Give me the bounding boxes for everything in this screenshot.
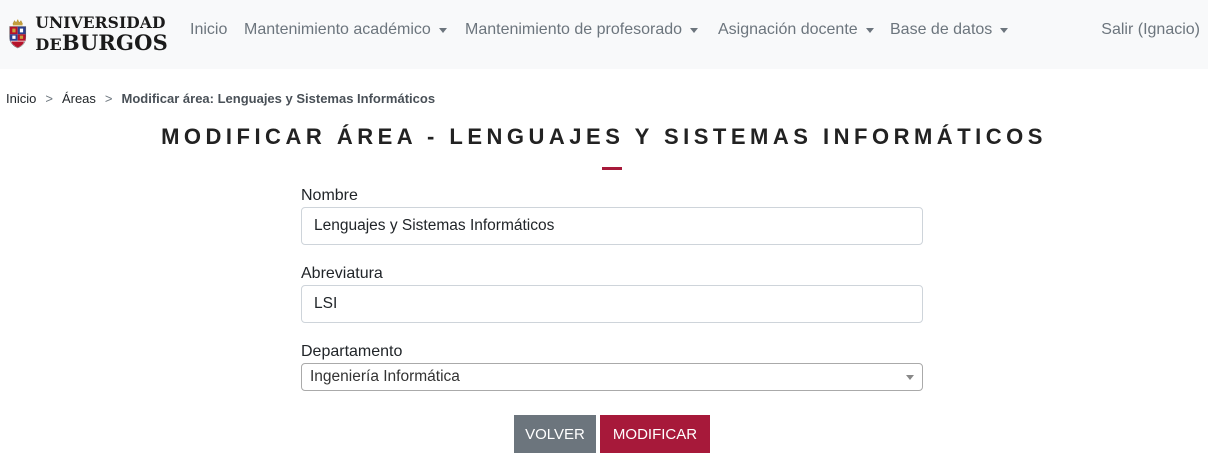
logout-link[interactable]: Salir (Ignacio)	[1101, 21, 1200, 39]
abreviatura-input[interactable]	[301, 285, 923, 323]
caret-down-icon	[865, 27, 874, 33]
nombre-label: Nombre	[301, 187, 358, 204]
nav-item-label: Asignación docente	[718, 21, 858, 38]
departamento-selected-value: Ingeniería Informática	[310, 368, 460, 385]
abreviatura-label: Abreviatura	[301, 265, 383, 282]
nav-item-label: Base de datos	[890, 21, 993, 38]
university-logo[interactable]: UNIVERSIDAD DEBURGOS	[8, 4, 168, 64]
nav-item-inicio[interactable]: Inicio	[190, 21, 227, 39]
departamento-select[interactable]: Ingeniería Informática	[301, 363, 923, 391]
university-name: UNIVERSIDAD DEBURGOS	[35, 15, 168, 53]
nav-item-mantenimiento-academico[interactable]: Mantenimiento académico	[244, 21, 447, 39]
title-accent-bar	[602, 167, 622, 170]
dropdown-arrow-icon	[906, 375, 914, 380]
breadcrumb-item-inicio[interactable]: Inicio	[6, 91, 36, 106]
volver-button[interactable]: VOLVER	[514, 415, 596, 453]
university-name-prefix: DE	[35, 34, 62, 54]
breadcrumb-separator: >	[45, 91, 53, 106]
university-name-main: BURGOS	[61, 29, 168, 55]
nav-item-base-de-datos[interactable]: Base de datos	[890, 21, 1009, 39]
nav-item-label: Mantenimiento académico	[244, 21, 431, 38]
nav-item-mantenimiento-profesorado[interactable]: Mantenimiento de profesorado	[465, 21, 699, 39]
nav-item-label: Inicio	[190, 21, 228, 38]
navbar: UNIVERSIDAD DEBURGOS Inicio Mantenimient…	[0, 0, 1208, 69]
modificar-button[interactable]: MODIFICAR	[600, 415, 710, 453]
breadcrumb-current: Modificar área: Lenguajes y Sistemas Inf…	[121, 91, 436, 106]
nav-item-asignacion-docente[interactable]: Asignación docente	[718, 21, 874, 39]
nav-item-label: Mantenimiento de profesorado	[465, 21, 683, 38]
university-name-line2: DEBURGOS	[35, 32, 168, 53]
university-name-line1: UNIVERSIDAD	[35, 13, 166, 33]
caret-down-icon	[438, 27, 447, 33]
breadcrumb-item-areas[interactable]: Áreas	[62, 91, 96, 106]
caret-down-icon	[1000, 27, 1009, 33]
page-title: MODIFICAR ÁREA - LENGUAJES Y SISTEMAS IN…	[161, 124, 1047, 149]
crest-icon	[9, 19, 27, 49]
departamento-label: Departamento	[301, 343, 403, 360]
breadcrumb: Inicio > Áreas > Modificar área: Lenguaj…	[6, 91, 435, 106]
nombre-input[interactable]	[301, 207, 923, 245]
caret-down-icon	[690, 27, 699, 33]
breadcrumb-separator: >	[104, 91, 113, 106]
